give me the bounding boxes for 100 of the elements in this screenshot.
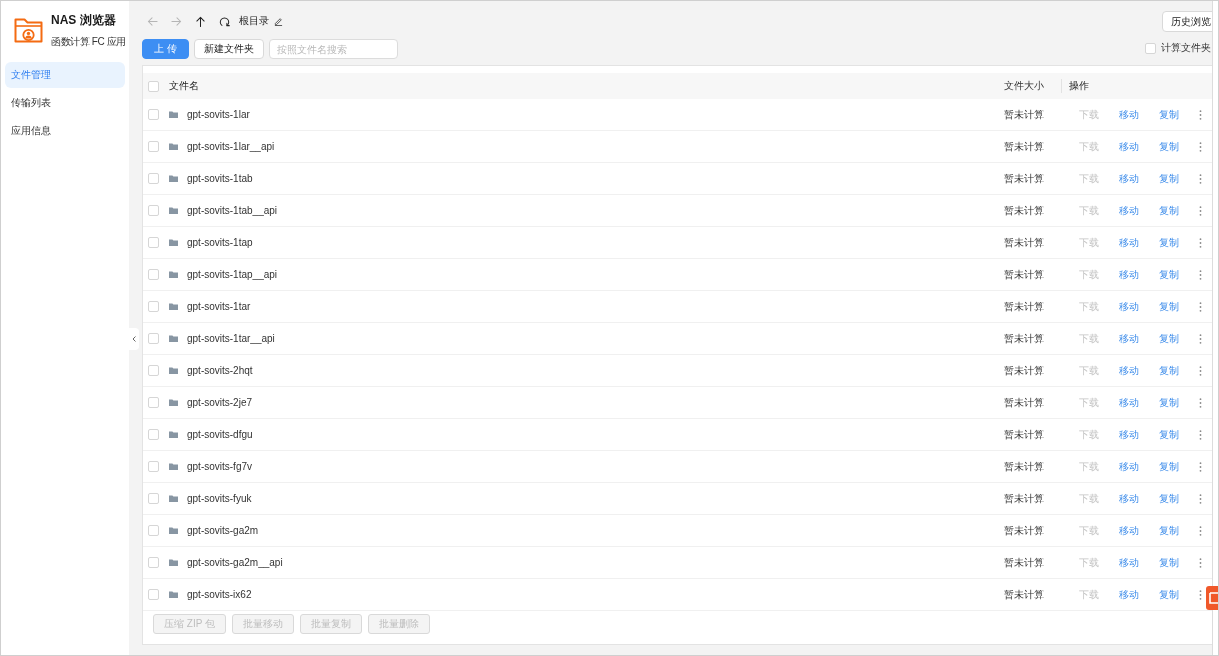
folder-name[interactable]: gpt-sovits-1tap__api <box>187 269 278 280</box>
action-link[interactable]: 移动 <box>1119 459 1139 474</box>
more-icon[interactable] <box>1199 365 1202 376</box>
action-link[interactable]: 复制 <box>1159 395 1179 410</box>
checkbox[interactable] <box>1145 42 1156 54</box>
folder-icon <box>169 207 178 214</box>
action-link[interactable]: 复制 <box>1159 171 1179 186</box>
action-link[interactable]: 移动 <box>1119 395 1139 410</box>
chevron-left-icon <box>132 336 136 342</box>
folder-name[interactable]: gpt-sovits-ga2m__api <box>187 557 283 568</box>
more-icon[interactable] <box>1199 269 1202 280</box>
action-link[interactable]: 移动 <box>1119 587 1139 602</box>
folder-name[interactable]: gpt-sovits-1tap <box>187 237 253 248</box>
more-icon[interactable] <box>1199 461 1202 472</box>
collapse-button[interactable] <box>129 328 139 350</box>
sidebar-item[interactable]: 文件管理 <box>5 62 125 88</box>
checkbox[interactable] <box>148 429 159 440</box>
action-link[interactable]: 复制 <box>1159 491 1179 506</box>
folder-icon <box>169 303 178 310</box>
action-link[interactable]: 复制 <box>1159 523 1179 538</box>
action-link[interactable]: 移动 <box>1119 363 1139 378</box>
folder-name[interactable]: gpt-sovits-1tar__api <box>187 333 275 344</box>
folder-icon <box>169 495 178 502</box>
folder-name[interactable]: gpt-sovits-2hqt <box>187 365 253 376</box>
action-link[interactable]: 复制 <box>1159 331 1179 346</box>
more-icon[interactable] <box>1199 397 1202 408</box>
action-link[interactable]: 移动 <box>1119 267 1139 282</box>
folder-name[interactable]: gpt-sovits-dfgu <box>187 429 253 440</box>
checkbox[interactable] <box>148 397 159 408</box>
action-link[interactable]: 移动 <box>1119 171 1139 186</box>
action-link[interactable]: 移动 <box>1119 523 1139 538</box>
more-icon[interactable] <box>1199 589 1202 600</box>
more-icon[interactable] <box>1199 237 1202 248</box>
folder-name[interactable]: gpt-sovits-ix62 <box>187 589 252 600</box>
action-link[interactable]: 复制 <box>1159 139 1179 154</box>
action-link[interactable]: 复制 <box>1159 203 1179 218</box>
action-link[interactable]: 移动 <box>1119 139 1139 154</box>
more-icon[interactable] <box>1199 205 1202 216</box>
action-link[interactable]: 移动 <box>1119 235 1139 250</box>
folder-name[interactable]: gpt-sovits-ga2m <box>187 525 259 536</box>
size-cell-text: 暂未计算 <box>1003 299 1045 314</box>
size-cell-text: 暂未计算 <box>1003 171 1045 186</box>
checkbox[interactable] <box>148 557 159 568</box>
action-link[interactable]: 复制 <box>1159 267 1179 282</box>
more-icon[interactable] <box>1199 141 1202 152</box>
checkbox[interactable] <box>148 141 159 152</box>
checkbox[interactable] <box>148 365 159 376</box>
action-link[interactable]: 复制 <box>1159 555 1179 570</box>
checkbox[interactable] <box>148 80 159 92</box>
action-link[interactable]: 复制 <box>1159 107 1179 122</box>
action-link[interactable]: 移动 <box>1119 203 1139 218</box>
checkbox[interactable] <box>148 237 159 248</box>
folder-name[interactable]: gpt-sovits-fyuk <box>187 493 252 504</box>
checkbox[interactable] <box>148 269 159 280</box>
new-folder-button[interactable]: 新建文件夹 <box>193 39 264 59</box>
pencil-icon[interactable] <box>274 16 283 26</box>
action-link[interactable]: 复制 <box>1159 235 1179 250</box>
arrow-up-icon[interactable] <box>195 15 206 27</box>
action-link[interactable]: 移动 <box>1119 299 1139 314</box>
checkbox[interactable] <box>148 173 159 184</box>
more-icon[interactable] <box>1199 429 1202 440</box>
action-link[interactable]: 复制 <box>1159 299 1179 314</box>
action-link[interactable]: 移动 <box>1119 107 1139 122</box>
more-icon[interactable] <box>1199 493 1202 504</box>
action-link[interactable]: 移动 <box>1119 555 1139 570</box>
more-icon[interactable] <box>1199 333 1202 344</box>
more-icon[interactable] <box>1199 557 1202 568</box>
checkbox[interactable] <box>148 109 159 120</box>
folder-name[interactable]: gpt-sovits-1tab__api <box>187 205 278 216</box>
folder-name[interactable]: gpt-sovits-1tab <box>187 173 253 184</box>
action-link[interactable]: 移动 <box>1119 331 1139 346</box>
action-link[interactable]: 复制 <box>1159 459 1179 474</box>
action-link[interactable]: 复制 <box>1159 587 1179 602</box>
checkbox[interactable] <box>148 301 159 312</box>
checkbox[interactable] <box>148 461 159 472</box>
folder-name[interactable]: gpt-sovits-1lar__api <box>187 141 275 152</box>
sidebar-item[interactable]: 传输列表 <box>5 90 125 116</box>
search-field[interactable]: 按照文件名搜索 <box>268 39 398 59</box>
checkbox[interactable] <box>148 493 159 504</box>
checkbox[interactable] <box>148 333 159 344</box>
sidebar-item[interactable]: 应用信息 <box>5 118 125 144</box>
action-link[interactable]: 移动 <box>1119 427 1139 442</box>
action-link[interactable]: 移动 <box>1119 491 1139 506</box>
side-widget-icon[interactable] <box>1205 585 1218 611</box>
more-icon[interactable] <box>1199 173 1202 184</box>
folder-name[interactable]: gpt-sovits-fg7v <box>187 461 253 472</box>
checkbox[interactable] <box>148 589 159 600</box>
history-button[interactable]: 历史浏览 <box>1162 11 1212 32</box>
refresh-icon[interactable] <box>219 15 230 27</box>
folder-name[interactable]: gpt-sovits-2je7 <box>187 397 253 408</box>
more-icon[interactable] <box>1199 109 1202 120</box>
action-link[interactable]: 复制 <box>1159 363 1179 378</box>
upload-button[interactable]: 上 传 <box>142 39 189 59</box>
more-icon[interactable] <box>1199 301 1202 312</box>
folder-name[interactable]: gpt-sovits-1lar <box>187 109 250 120</box>
folder-name[interactable]: gpt-sovits-1tar <box>187 301 251 312</box>
action-link[interactable]: 复制 <box>1159 427 1179 442</box>
checkbox[interactable] <box>148 525 159 536</box>
checkbox[interactable] <box>148 205 159 216</box>
more-icon[interactable] <box>1199 525 1202 536</box>
